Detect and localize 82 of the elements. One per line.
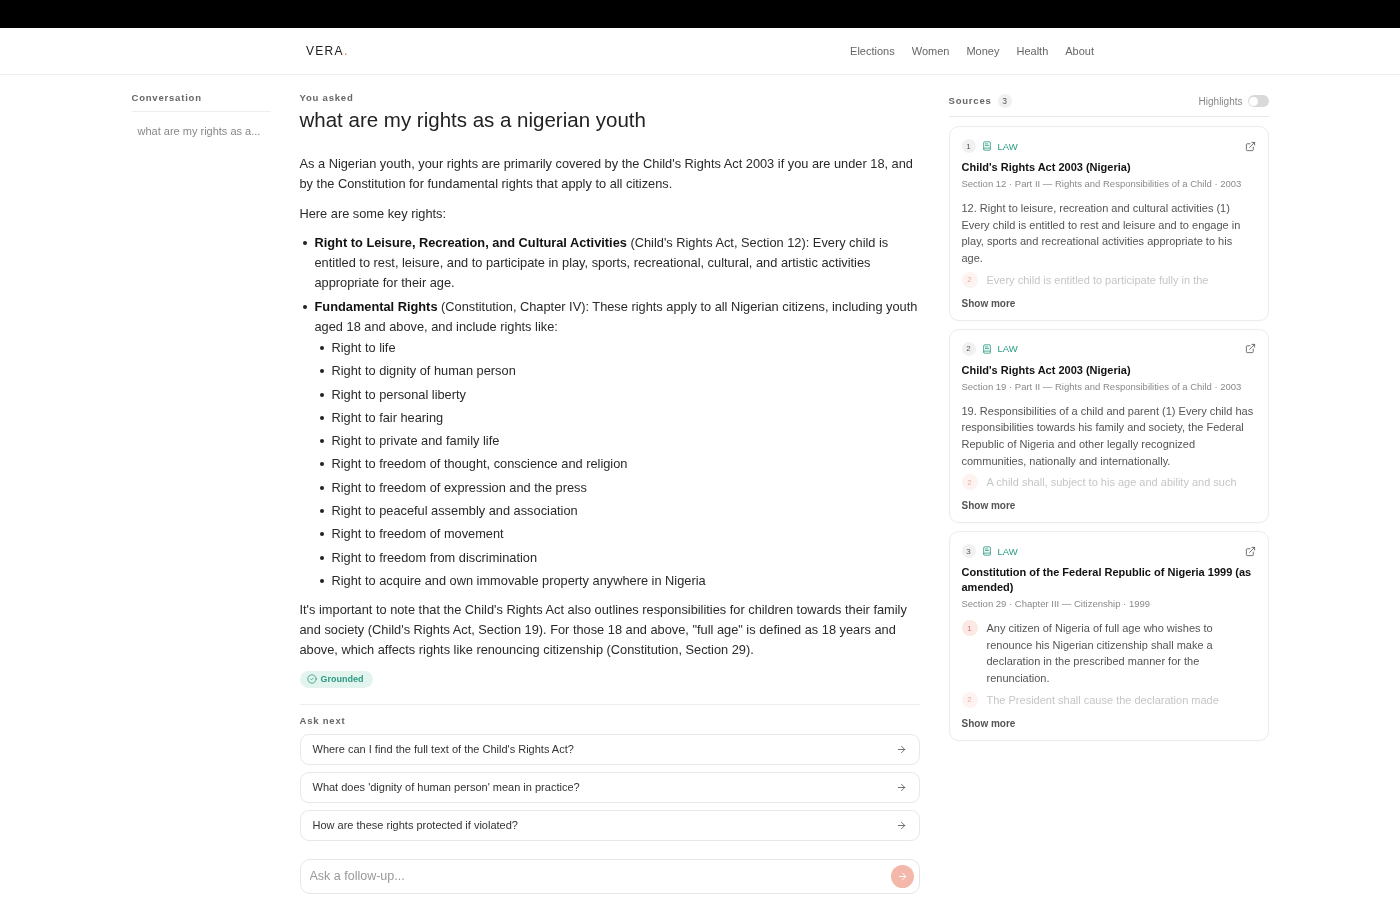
bullet-icon [319, 439, 324, 444]
source-title: Constitution of the Federal Republic of Nigeria 1999 (as amended) [961, 565, 1253, 596]
list-item-text: Right to personal liberty [331, 385, 466, 404]
list-item-text: Right to private and family life [331, 432, 500, 451]
nav-link[interactable]: About [1065, 45, 1094, 57]
nav-link[interactable]: Women [911, 45, 950, 57]
bullet-icon [319, 532, 324, 537]
nav-link[interactable]: Money [966, 45, 1000, 57]
sources-count: 3 [997, 94, 1012, 108]
bullet-icon [319, 578, 324, 583]
source-meta: Section 19 · Part II — Rights and Responsibilities of a Child · 2003 [961, 379, 1243, 394]
sidebar-title: Conversation [131, 91, 203, 105]
external-link-icon[interactable] [1244, 140, 1256, 152]
status-label: Grounded [320, 674, 364, 685]
bullet-icon [319, 462, 324, 467]
show-more-button[interactable]: Show more [961, 500, 1016, 512]
question-text: what are my rights as a nigerian youth [299, 107, 647, 133]
nav-link[interactable]: Elections [850, 45, 895, 57]
sources-title: Sources [948, 94, 992, 108]
bullet-icon [319, 555, 324, 560]
bullet-icon [319, 509, 324, 514]
source-title: Child's Rights Act 2003 (Nigeria) [961, 160, 1132, 175]
passage-number: 2 [961, 271, 978, 288]
list-item-text: Right to freedom of movement [331, 525, 504, 544]
show-more-button[interactable]: Show more [961, 717, 1016, 729]
source-type: LAW [997, 343, 1018, 354]
nav-link[interactable]: Health [1016, 45, 1049, 57]
ask-next-title: Ask next [299, 713, 347, 728]
passage-text: 19. Responsibilities of a child and parent (1) Every child has responsibilities towards his family and society, the Federal Republic of Nigeria and other legally recognized communities, nationally and internationally. [961, 403, 1255, 469]
suggestion-button[interactable]: What does 'dignity of human person' mean in practice? [299, 771, 920, 803]
list-item-text: Right to life [331, 339, 396, 357]
check-circle-icon [306, 674, 317, 685]
passage-text: Any citizen of Nigeria of full age who wishes to renounce his Nigerian citizenship shall make a declaration in the prescribed manner for the renunciation. [986, 621, 1214, 687]
answer-paragraph: It's important to note that the Child's Rights Act also outlines responsibilities for children towards their family and society (Child's Rights Act, Section 19). For those 18 and above, "full age" is defined as 18 years and above, which affects rights like renouncing citizenship (Constitution, Section 29). [299, 600, 908, 659]
list-item-text: Right to Leisure, Recreation, and Cultural Activities (Child's Rights Act, Section 12): Every child is entitled to rest, leisure, and to participate in play, sports, recreational, cultural, and artistic activities appropriate for their age. [314, 234, 890, 292]
list-item-text: Fundamental Rights (Constitution, Chapter IV): These rights apply to all Nigerian citizens, including youth aged 18 and above, and include rights like: [314, 298, 919, 336]
passage-number: 1 [961, 620, 978, 637]
list-item-text: Right to freedom of thought, conscience and religion [331, 455, 628, 474]
bullet-icon [302, 241, 307, 245]
suggestion-button[interactable]: Where can I find the full text of the Child's Rights Act? [299, 733, 920, 765]
list-item-text: Right to dignity of human person [331, 362, 516, 381]
book-icon [981, 141, 992, 151]
list-item-text: Right to peaceful assembly and association [331, 502, 578, 521]
highlights-label: Highlights [1198, 95, 1243, 107]
external-link-icon[interactable] [1244, 545, 1256, 557]
external-link-icon[interactable] [1244, 343, 1256, 354]
answer-paragraph: As a Nigerian youth, your rights are primarily covered by the Child's Rights Act 2003 if you are under 18, and by the Constitution for fundamental rights that apply to all citizens. [299, 155, 914, 193]
passage-number: 2 [961, 474, 978, 491]
arrow-right-icon [895, 819, 907, 831]
suggestion-button[interactable]: How are these rights protected if violated? [299, 809, 920, 841]
bullet-icon [319, 485, 324, 490]
question-label: You asked [299, 91, 355, 105]
source-number: 3 [961, 544, 976, 559]
source-meta: Section 29 · Chapter III — Citizenship · 1999 [961, 597, 1151, 612]
source-number: 1 [961, 139, 976, 153]
book-icon [981, 546, 992, 557]
source-type: LAW [997, 545, 1018, 557]
logo: VERA. [306, 44, 349, 58]
passage-preview: The President shall cause the declaration made [986, 692, 1219, 708]
arrow-right-icon [895, 743, 907, 755]
conversation-item[interactable]: what are my rights as a... [131, 120, 271, 142]
list-item-text: Right to acquire and own immovable property anywhere in Nigeria [331, 571, 706, 590]
bullet-icon [319, 392, 324, 397]
list-item-text: Right to fair hearing [331, 408, 444, 427]
passage-text: 12. Right to leisure, recreation and cultural activities (1) Every child is entitled to rest and leisure and to engage in play, sports and recreational activities appropriate to his age. [961, 201, 1242, 267]
show-more-button[interactable]: Show more [961, 297, 1016, 309]
bullet-icon [302, 305, 307, 309]
source-number: 2 [961, 341, 976, 356]
answer-paragraph: Here are some key rights: [299, 205, 447, 223]
list-item-text: Right to freedom from discrimination [331, 548, 538, 567]
arrow-right-icon [896, 870, 908, 882]
passage-number: 2 [961, 691, 978, 708]
arrow-right-icon [895, 781, 907, 793]
source-title: Child's Rights Act 2003 (Nigeria) [961, 362, 1132, 378]
highlights-toggle[interactable] [1247, 95, 1269, 107]
source-meta: Section 12 · Part II — Rights and Responsibilities of a Child · 2003 [961, 177, 1243, 191]
source-type: LAW [997, 140, 1018, 152]
list-item-text: Right to freedom of expression and the press [331, 478, 587, 497]
bullet-icon [319, 415, 324, 420]
bullet-icon [319, 369, 324, 374]
bullet-icon [319, 346, 324, 350]
book-icon [981, 343, 992, 354]
